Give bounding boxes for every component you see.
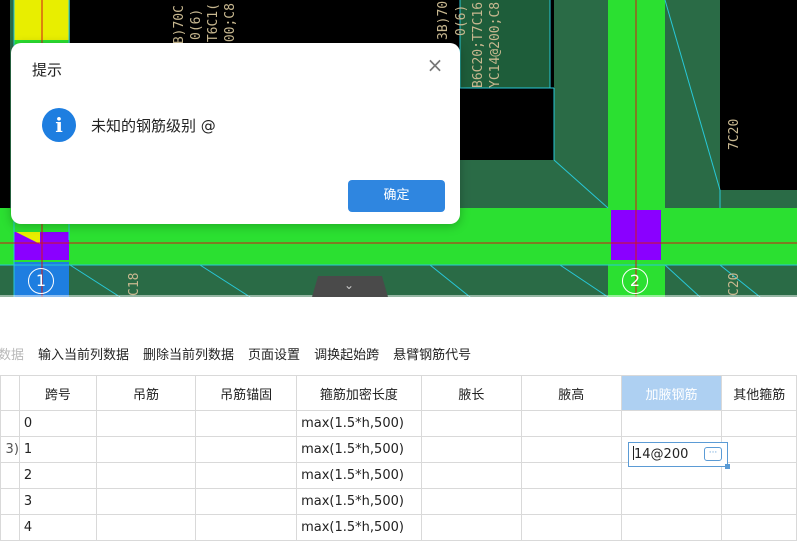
cell-span[interactable]: 0 — [18, 410, 97, 437]
column-header-stirrup-dense-length[interactable]: 箍筋加密长度 — [296, 375, 422, 411]
dialog-message: 未知的钢筋级别 @ — [91, 117, 216, 135]
cell[interactable] — [95, 514, 197, 541]
column-header-hanger-anchor[interactable]: 吊筋锚固 — [195, 375, 298, 411]
cad-annotation: 0(6) — [454, 4, 469, 36]
cad-slab — [554, 0, 608, 160]
cad-room — [0, 0, 10, 240]
row-header-corner — [0, 375, 20, 411]
cell[interactable] — [420, 410, 523, 437]
more-options-icon[interactable]: ··· — [704, 447, 722, 461]
cell[interactable] — [195, 436, 298, 463]
cad-annotation: 0(6) — [189, 8, 204, 40]
cad-annotation: 7C20 — [727, 118, 742, 150]
delete-column-data-button[interactable]: 删除当前列数据 — [143, 345, 234, 367]
cell-span[interactable]: 3 — [18, 488, 97, 515]
column-header-other-stirrups[interactable]: 其他箍筋 — [721, 375, 797, 411]
info-icon: i — [42, 108, 76, 142]
cantilever-rebar-code-button[interactable]: 悬臂钢筋代号 — [393, 345, 471, 367]
collapse-panel-tab[interactable]: ⌄ — [312, 276, 388, 297]
page-settings-button[interactable]: 页面设置 — [248, 345, 300, 367]
cell[interactable] — [521, 514, 622, 541]
ok-button[interactable]: 确定 — [348, 180, 445, 212]
cell-stirrup-length[interactable]: max(1.5*h,500) — [296, 514, 422, 541]
cad-annotation: C20 — [727, 272, 742, 296]
table-row: 0 max(1.5*h,500) — [0, 410, 797, 437]
close-icon[interactable]: × — [425, 55, 445, 75]
cell[interactable] — [521, 436, 622, 463]
cell-stirrup-length[interactable]: max(1.5*h,500) — [296, 462, 422, 489]
beam-data-panel: 数据 输入当前列数据 删除当前列数据 页面设置 调换起始跨 悬臂钢筋代号 跨号 吊筋 吊筋… — [0, 297, 797, 555]
cell[interactable] — [721, 410, 797, 437]
cell[interactable] — [420, 436, 523, 463]
cell[interactable] — [620, 410, 723, 437]
axis-bubble-1: 1 — [28, 268, 54, 294]
cell[interactable] — [95, 488, 197, 515]
table-toolbar: 数据 输入当前列数据 删除当前列数据 页面设置 调换起始跨 悬臂钢筋代号 — [0, 344, 485, 366]
row-header — [0, 410, 20, 437]
column-header-hanger-bar[interactable]: 吊筋 — [95, 375, 197, 411]
toolbar-item-data[interactable]: 数据 — [0, 345, 24, 367]
row-header: 3) — [0, 436, 20, 463]
cell-span[interactable]: 4 — [18, 514, 97, 541]
cell-stirrup-length[interactable]: max(1.5*h,500) — [296, 436, 422, 463]
cell[interactable] — [95, 436, 197, 463]
table-header-row: 跨号 吊筋 吊筋锚固 箍筋加密长度 腋长 腋高 加腋钢筋 其他箍筋 — [0, 375, 797, 411]
cad-annotation: B6C20;T7C16 — [471, 1, 486, 88]
cell-stirrup-length[interactable]: max(1.5*h,500) — [296, 410, 422, 437]
cell[interactable] — [95, 462, 197, 489]
chevron-down-icon: ⌄ — [344, 278, 355, 292]
column-header-span[interactable]: 跨号 — [18, 375, 97, 411]
cad-annotation: C18 — [127, 272, 142, 296]
cell[interactable] — [420, 462, 523, 489]
swap-start-span-button[interactable]: 调换起始跨 — [314, 345, 379, 367]
cad-room — [720, 0, 797, 190]
cell[interactable] — [195, 514, 298, 541]
cell-span[interactable]: 2 — [18, 462, 97, 489]
cell[interactable] — [721, 488, 797, 515]
cell[interactable] — [420, 514, 523, 541]
column-header-haunch-length[interactable]: 腋长 — [420, 375, 523, 411]
haunch-rebar-cell-editor[interactable]: 14@200 ··· — [628, 442, 730, 469]
row-header — [0, 462, 20, 489]
cell[interactable] — [620, 488, 723, 515]
cell[interactable] — [721, 462, 797, 489]
cell[interactable] — [721, 514, 797, 541]
column-header-haunch-height[interactable]: 腋高 — [521, 375, 622, 411]
cell[interactable] — [420, 488, 523, 515]
prompt-dialog: 提示 × i 未知的钢筋级别 @ 确定 — [11, 43, 460, 224]
cad-annotation: YC14@200;C8 — [488, 1, 503, 88]
row-header — [0, 488, 20, 515]
cell[interactable] — [195, 462, 298, 489]
dialog-title: 提示 — [32, 61, 63, 79]
fill-handle[interactable] — [725, 464, 730, 469]
cell[interactable] — [521, 488, 622, 515]
cell-stirrup-length[interactable]: max(1.5*h,500) — [296, 488, 422, 515]
cell-span[interactable]: 1 — [18, 436, 97, 463]
cell[interactable] — [521, 462, 622, 489]
cell[interactable] — [195, 488, 298, 515]
table-row: 3 max(1.5*h,500) — [0, 488, 797, 515]
cell[interactable] — [721, 436, 797, 463]
axis-bubble-2: 2 — [622, 268, 648, 294]
row-header — [0, 514, 20, 541]
table-row: 4 max(1.5*h,500) — [0, 514, 797, 541]
cell-editor-value: 14@200 — [634, 447, 689, 462]
cell[interactable] — [620, 514, 723, 541]
cad-annotation: 3B)70 — [436, 0, 451, 40]
column-header-haunch-rebar[interactable]: 加腋钢筋 — [620, 375, 723, 411]
cell[interactable] — [521, 410, 622, 437]
cell[interactable] — [95, 410, 197, 437]
cell[interactable] — [195, 410, 298, 437]
input-column-data-button[interactable]: 输入当前列数据 — [38, 345, 129, 367]
